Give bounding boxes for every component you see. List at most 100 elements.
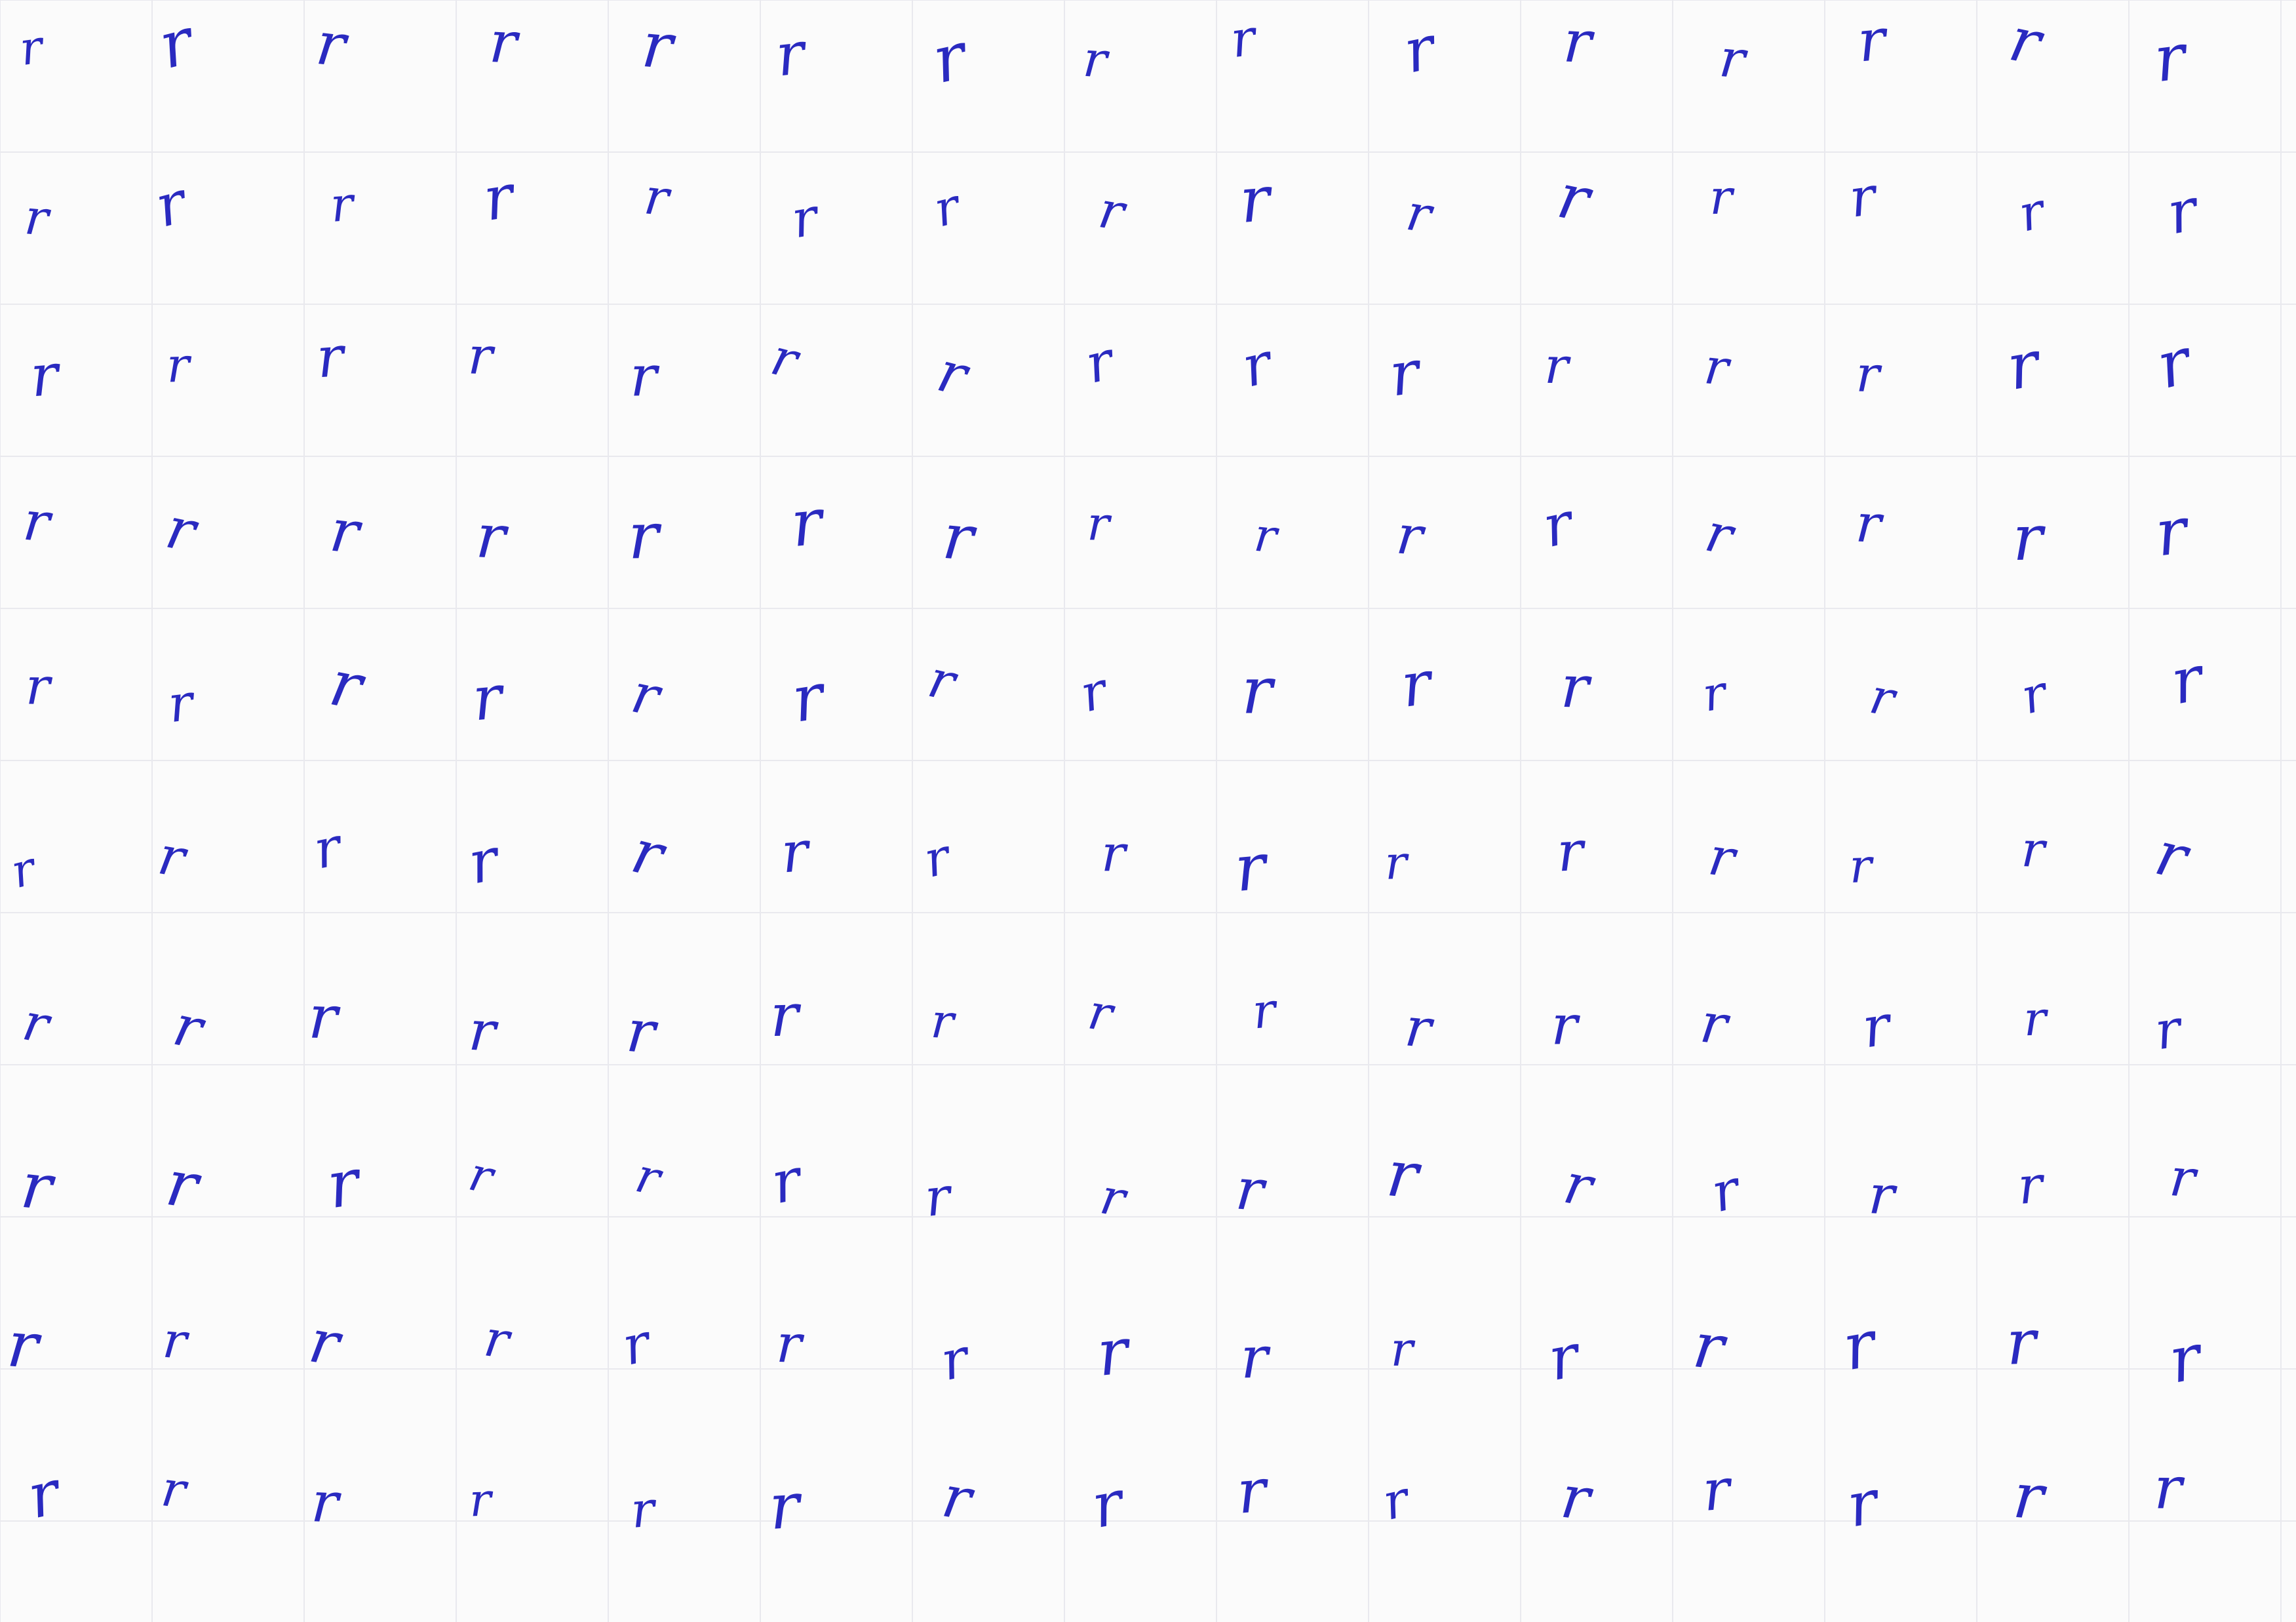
- handwritten-letter-r: r: [2166, 642, 2209, 719]
- handwritten-letter-r: r: [1378, 1470, 1414, 1533]
- handwritten-letter-r: r: [22, 1457, 66, 1533]
- handwritten-letter-r: r: [1393, 504, 1426, 568]
- handwritten-letter-r: r: [1233, 1156, 1267, 1225]
- handwritten-letter-r: r: [623, 997, 657, 1067]
- handwritten-letter-r: r: [1854, 493, 1883, 556]
- handwritten-letter-r: r: [1234, 1455, 1269, 1528]
- handwritten-letter-r: r: [1227, 9, 1259, 69]
- handwritten-letter-r: r: [480, 1309, 513, 1370]
- handwritten-letter-r: r: [1536, 490, 1578, 561]
- handwritten-letter-r: r: [772, 19, 808, 90]
- handwritten-letter-r: r: [1867, 1163, 1896, 1227]
- handwritten-letter-r: r: [1696, 991, 1731, 1058]
- handwritten-letter-r: r: [929, 993, 956, 1050]
- handwritten-letter-r: r: [312, 9, 349, 81]
- handwritten-letter-r: r: [467, 326, 494, 387]
- handwritten-letter-r: r: [1241, 653, 1273, 728]
- handwritten-letter-r: r: [787, 187, 823, 250]
- handwritten-letter-r: r: [322, 1145, 364, 1224]
- handwritten-letter-r: r: [1074, 661, 1113, 724]
- handwritten-letter-r: r: [775, 1313, 803, 1376]
- handwritten-letter-r: r: [2012, 502, 2044, 576]
- handwritten-letter-r: r: [2162, 176, 2203, 248]
- handwritten-letter-r: r: [1084, 983, 1117, 1044]
- handwritten-letter-r: r: [1865, 668, 1899, 728]
- handwritten-letter-r: r: [1699, 665, 1730, 723]
- handwritten-letter-r: r: [1237, 163, 1273, 238]
- handwritten-letter-r: r: [2149, 818, 2194, 894]
- handwritten-letter-r: r: [767, 1469, 802, 1544]
- handwritten-letter-r: r: [765, 326, 804, 391]
- handwritten-letter-r: r: [463, 825, 504, 898]
- handwritten-letter-r: r: [1689, 1309, 1728, 1385]
- handwritten-letter-r: r: [1397, 648, 1435, 722]
- handwritten-letter-r: r: [1080, 330, 1119, 396]
- handwritten-letter-r: r: [467, 999, 497, 1065]
- handwritten-letter-r: r: [1559, 653, 1590, 722]
- handwritten-letter-r: r: [1705, 825, 1739, 890]
- handwritten-letter-r: r: [16, 20, 46, 76]
- handwritten-letter-r: r: [28, 341, 61, 410]
- handwritten-letter-r: r: [928, 178, 965, 239]
- handwritten-letter-r: r: [2023, 991, 2048, 1048]
- handwritten-letter-r: r: [2004, 1306, 2037, 1379]
- handwritten-letter-r: r: [2151, 494, 2191, 572]
- handwritten-letter-r: r: [309, 1470, 340, 1537]
- handwritten-letter-r: r: [161, 1311, 189, 1371]
- handwritten-letter-r: r: [641, 167, 672, 227]
- handwritten-letter-r: r: [1096, 1168, 1129, 1229]
- handwritten-letter-r: r: [630, 344, 658, 410]
- handwritten-letter-r: r: [1555, 820, 1586, 885]
- handwritten-letter-r: r: [1398, 12, 1441, 87]
- handwritten-letter-r: r: [324, 646, 368, 725]
- handwritten-letter-r: r: [165, 673, 197, 734]
- handwritten-letter-r: r: [315, 324, 346, 391]
- handwritten-letter-r: r: [20, 489, 53, 555]
- handwritten-letter-r: r: [1086, 1467, 1129, 1543]
- handwritten-letter-r: r: [464, 1147, 498, 1205]
- handwritten-letter-r: r: [1081, 30, 1109, 90]
- handwritten-letter-r: r: [1842, 1467, 1883, 1541]
- handwritten-letter-r: r: [2001, 327, 2044, 405]
- handwritten-letter-r: r: [1386, 338, 1424, 411]
- handwritten-letter-r: r: [166, 338, 191, 394]
- handwritten-letter-r: r: [2020, 821, 2046, 879]
- handwritten-letter-r: r: [478, 161, 518, 235]
- handwritten-letter-r: r: [1086, 496, 1110, 552]
- handwritten-letter-r: r: [6, 842, 41, 900]
- handwritten-letter-r: r: [18, 992, 54, 1056]
- handwritten-letter-r: r: [1702, 338, 1732, 397]
- handwritten-letter-r: r: [2010, 1459, 2046, 1535]
- handwritten-letter-r: r: [1250, 983, 1279, 1040]
- handwritten-letter-r: r: [167, 993, 208, 1063]
- handwritten-letter-r: r: [1402, 995, 1434, 1061]
- handwritten-letter-r: r: [1551, 994, 1578, 1058]
- handwritten-letter-r: r: [937, 1463, 977, 1534]
- glyph-grid: r r r r r r r r r r r r r r r r r r r r r r r r r r r r r r r r r r r r r r r r…: [0, 0, 2296, 1622]
- handwritten-letter-r: r: [1239, 1324, 1269, 1392]
- handwritten-letter-r: r: [487, 9, 519, 77]
- handwritten-letter-r: r: [1384, 836, 1408, 891]
- handwritten-letter-r: r: [1557, 1463, 1593, 1535]
- handwritten-letter-r: r: [935, 1326, 974, 1393]
- handwritten-letter-r: r: [2015, 665, 2053, 726]
- handwritten-letter-r: r: [631, 1147, 666, 1207]
- handwritten-letter-r: r: [25, 657, 50, 717]
- handwritten-letter-r: r: [766, 1146, 807, 1217]
- handwritten-letter-r: r: [308, 816, 346, 882]
- handwritten-letter-r: r: [2150, 998, 2185, 1062]
- handwritten-letter-r: r: [787, 485, 826, 563]
- handwritten-letter-r: r: [2163, 1320, 2206, 1398]
- handwritten-letter-r: r: [468, 1473, 492, 1527]
- handwritten-letter-r: r: [1551, 159, 1595, 237]
- handwritten-letter-r: r: [1094, 180, 1129, 243]
- handwritten-letter-r: r: [922, 1166, 954, 1229]
- handwritten-letter-r: r: [148, 168, 193, 241]
- handwritten-letter-r: r: [1717, 28, 1748, 91]
- handwritten-letter-r: r: [326, 496, 363, 568]
- handwritten-letter-r: r: [1561, 7, 1593, 77]
- handwritten-letter-r: r: [617, 1312, 655, 1378]
- handwriting-sheet: r r r r r r r r r r r r r r r r r r r r r r r r r r r r r r r r r r r r r r r r…: [0, 0, 2296, 1622]
- handwritten-letter-r: r: [304, 1305, 345, 1380]
- handwritten-letter-r: r: [1855, 6, 1888, 75]
